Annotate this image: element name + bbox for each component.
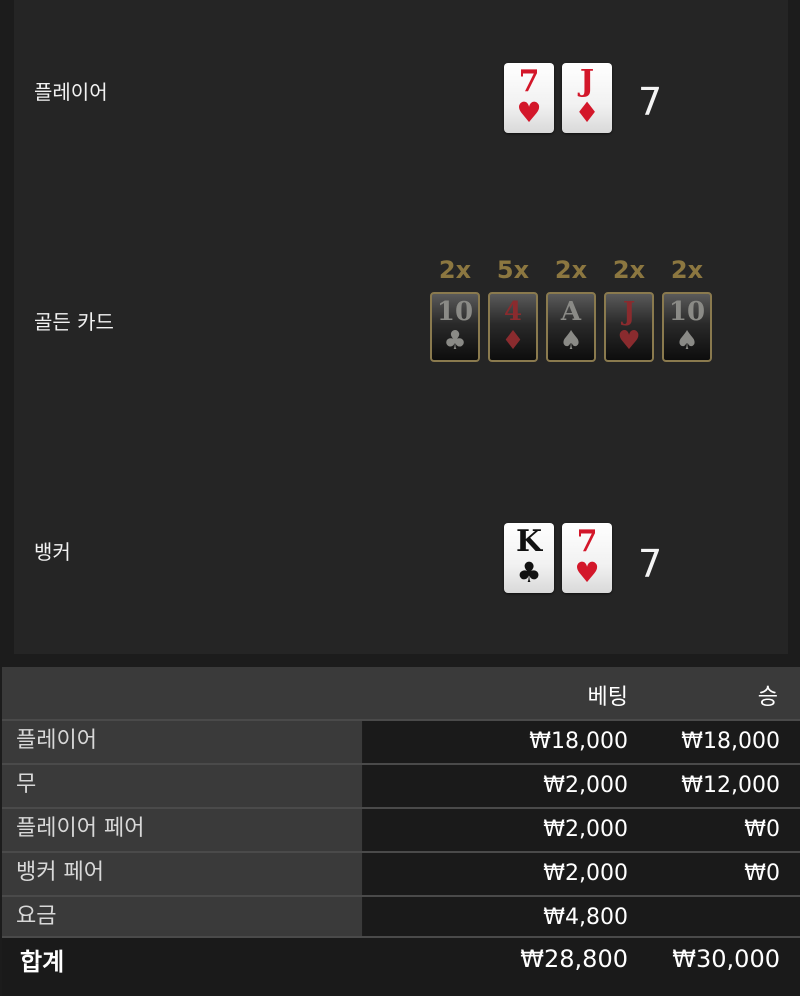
- row-label: 뱅커 페어: [2, 853, 362, 895]
- card-rank: K: [515, 524, 543, 559]
- player-total: 7: [638, 80, 663, 124]
- banker-row-label: 뱅커: [34, 540, 71, 564]
- golden-multiplier: 2x: [612, 256, 646, 284]
- card-rank: A: [560, 297, 582, 327]
- golden-multiplier: 2x: [670, 256, 704, 284]
- banker-card-1: K ♣: [504, 523, 554, 593]
- win-amount: ₩0: [744, 817, 780, 842]
- player-card-1: 7 ♥: [504, 63, 554, 133]
- bet-amount: ₩2,000: [543, 861, 628, 886]
- total-row: 합계 ₩28,800 ₩30,000: [2, 938, 800, 996]
- bet-column-header: 베팅: [587, 685, 628, 710]
- row-values: ₩4,800: [363, 897, 800, 939]
- row-values: ₩18,000 ₩18,000: [363, 721, 800, 763]
- player-card-2: J ♦: [562, 63, 612, 133]
- card-rank: 4: [503, 297, 523, 327]
- golden-multiplier: 2x: [438, 256, 472, 284]
- round-result-screen: 플레이어 7 ♥ J ♦ 7 골든 카드 2x 5x 2x 2x 2x 10 ♣…: [0, 0, 800, 996]
- diamond-suit-icon: ♦: [574, 96, 600, 129]
- bet-amount: ₩2,000: [543, 817, 628, 842]
- table-row: 플레이어 페어 ₩2,000 ₩0: [2, 809, 800, 851]
- bet-amount: ₩2,000: [543, 773, 628, 798]
- bet-amount: ₩4,800: [543, 905, 628, 930]
- diamond-suit-icon: ♦: [501, 326, 525, 356]
- spade-suit-icon: ♠: [675, 326, 699, 356]
- row-label: 요금: [2, 897, 362, 939]
- row-values: ₩2,000 ₩0: [363, 809, 800, 851]
- total-label: 합계: [20, 948, 65, 976]
- row-label: 플레이어: [2, 721, 362, 763]
- win-column-header: 승: [757, 685, 778, 710]
- heart-suit-icon: ♥: [516, 96, 542, 129]
- banker-total: 7: [638, 542, 663, 586]
- heart-suit-icon: ♥: [617, 326, 641, 356]
- bet-amount: ₩18,000: [529, 729, 628, 754]
- total-win-amount: ₩30,000: [672, 945, 780, 973]
- spade-suit-icon: ♠: [559, 326, 583, 356]
- golden-multiplier: 5x: [496, 256, 530, 284]
- heart-suit-icon: ♥: [574, 556, 600, 589]
- table-row: 무 ₩2,000 ₩12,000: [2, 765, 800, 807]
- total-bet-amount: ₩28,800: [520, 945, 628, 973]
- card-rank: 7: [576, 524, 598, 559]
- table-row: 뱅커 페어 ₩2,000 ₩0: [2, 853, 800, 895]
- win-amount: ₩18,000: [681, 729, 780, 754]
- table-row: 플레이어 ₩18,000 ₩18,000: [2, 721, 800, 763]
- row-label: 무: [2, 765, 362, 807]
- result-panel: 플레이어 7 ♥ J ♦ 7 골든 카드 2x 5x 2x 2x 2x 10 ♣…: [14, 0, 788, 654]
- card-rank: J: [579, 64, 595, 99]
- club-suit-icon: ♣: [516, 556, 542, 589]
- win-amount: ₩0: [744, 861, 780, 886]
- win-amount: ₩12,000: [681, 773, 780, 798]
- player-row-label: 플레이어: [34, 80, 108, 104]
- golden-card-5: 10 ♠: [662, 292, 712, 362]
- row-values: ₩2,000 ₩0: [363, 853, 800, 895]
- bet-table-header: 베팅 승: [2, 667, 800, 719]
- card-rank: J: [622, 297, 636, 327]
- banker-card-2: 7 ♥: [562, 523, 612, 593]
- card-rank: 10: [436, 297, 474, 327]
- row-values: ₩2,000 ₩12,000: [363, 765, 800, 807]
- card-rank: 10: [668, 297, 706, 327]
- golden-card-4: J ♥: [604, 292, 654, 362]
- golden-cards-label: 골든 카드: [34, 310, 114, 334]
- table-row: 요금 ₩4,800: [2, 897, 800, 939]
- card-rank: 7: [518, 64, 540, 99]
- golden-card-3: A ♠: [546, 292, 596, 362]
- row-label: 플레이어 페어: [2, 809, 362, 851]
- golden-card-1: 10 ♣: [430, 292, 480, 362]
- golden-card-2: 4 ♦: [488, 292, 538, 362]
- golden-multiplier: 2x: [554, 256, 588, 284]
- club-suit-icon: ♣: [443, 326, 467, 356]
